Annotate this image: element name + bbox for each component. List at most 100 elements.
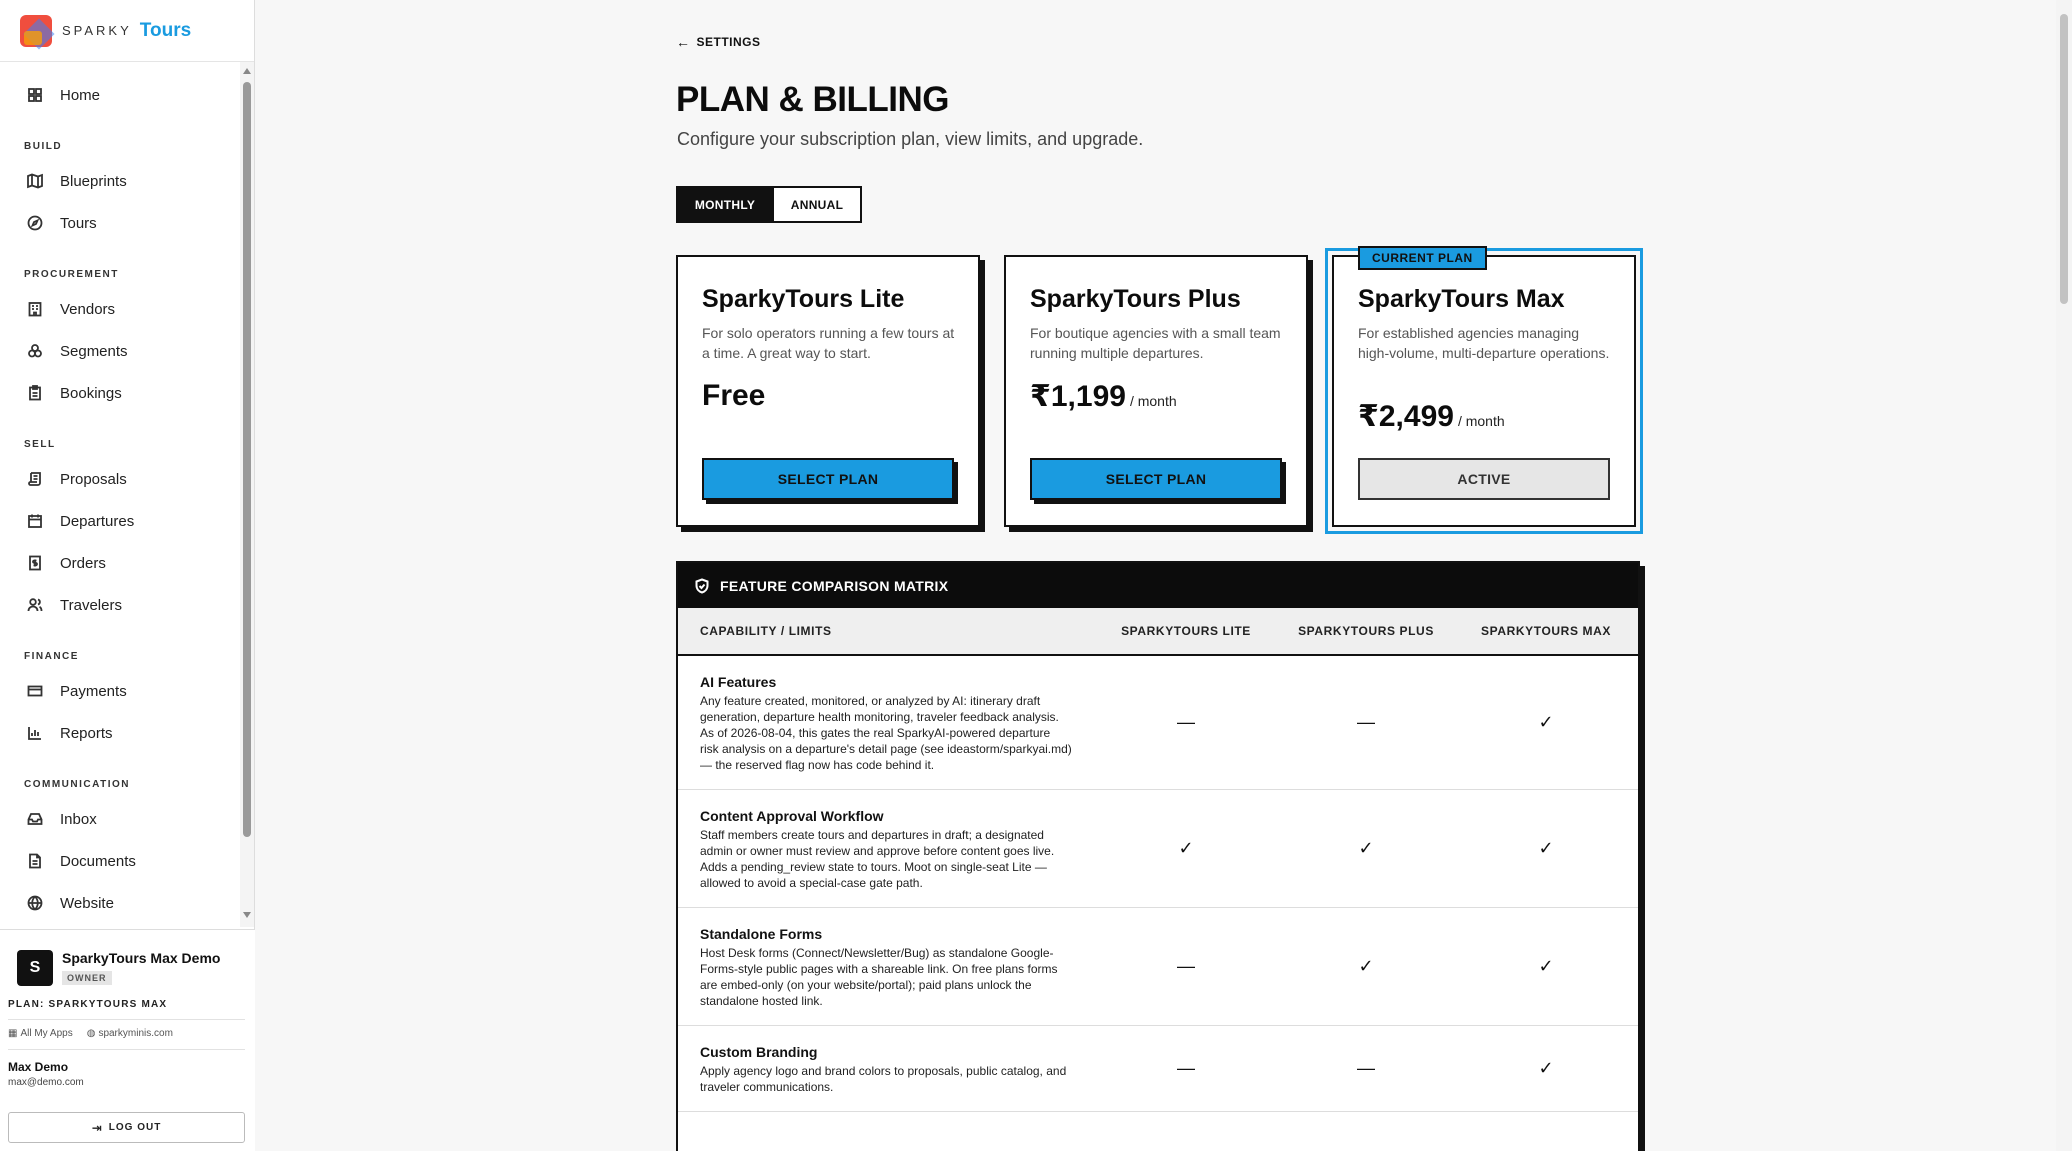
account-panel: S SparkyTours Max Demo OWNER PLAN: SPARK… <box>0 929 255 1151</box>
select-plan-button[interactable]: SELECT PLAN <box>702 458 954 500</box>
sidebar: SPARKY Tours Home BUILD Blueprints Tours… <box>0 0 255 1151</box>
sidebar-item-proposals[interactable]: Proposals <box>0 458 240 500</box>
sidebar-item-vendors[interactable]: Vendors <box>0 288 240 330</box>
scroll-up-icon[interactable] <box>243 68 251 74</box>
bar-chart-icon <box>26 724 44 742</box>
receipt-icon <box>26 554 44 572</box>
column-header-max: SPARKYTOURS MAX <box>1481 624 1611 638</box>
users-icon <box>26 596 44 614</box>
toggle-annual[interactable]: ANNUAL <box>772 188 860 221</box>
sidebar-item-label: Documents <box>60 852 136 870</box>
sidebar-item-reports[interactable]: Reports <box>0 712 240 754</box>
sidebar-item-departures[interactable]: Departures <box>0 500 240 542</box>
sidebar-item-label: Departures <box>60 512 135 530</box>
billing-period-toggle: MONTHLY ANNUAL <box>676 186 862 223</box>
scroll-down-icon[interactable] <box>243 912 251 918</box>
segments-icon <box>26 342 44 360</box>
feature-value-max: ✓ <box>1538 956 1554 976</box>
feature-value-plus: — <box>1357 712 1375 732</box>
sidebar-item-documents[interactable]: Documents <box>0 840 240 882</box>
org-name: SparkyTours Max Demo <box>62 950 221 966</box>
grid-icon <box>26 86 44 104</box>
feature-description: Apply agency logo and brand colors to pr… <box>700 1064 1067 1094</box>
sidebar-item-label: Payments <box>60 682 127 700</box>
brand-sparky: SPARKY <box>62 23 132 38</box>
scrollbar-thumb[interactable] <box>243 82 251 837</box>
sidebar-item-bookings[interactable]: Bookings <box>0 372 240 414</box>
select-plan-button[interactable]: SELECT PLAN <box>1030 458 1282 500</box>
plan-label: PLAN: SPARKYTOURS MAX <box>8 999 168 1010</box>
feature-value-plus: — <box>1357 1058 1375 1078</box>
sidebar-item-label: Segments <box>60 342 128 360</box>
sidebar-item-website[interactable]: Website <box>0 882 240 924</box>
table-row: AI Features Any feature created, monitor… <box>678 656 1638 790</box>
sidebar-item-label: Vendors <box>60 300 116 318</box>
shield-check-icon <box>695 577 709 594</box>
sidebar-item-travelers[interactable]: Travelers <box>0 584 240 626</box>
back-to-settings-link[interactable]: ← SETTINGS <box>676 34 761 50</box>
org-switcher[interactable]: S SparkyTours Max Demo OWNER <box>0 930 255 986</box>
active-plan-button[interactable]: ACTIVE <box>1358 458 1610 500</box>
sidebar-item-label: Inbox <box>60 810 97 828</box>
toggle-monthly[interactable]: MONTHLY <box>678 188 772 221</box>
page-title: PLAN & BILLING <box>676 80 949 119</box>
nav-section-sell: SELL <box>24 439 56 450</box>
brand[interactable]: SPARKY Tours <box>0 0 254 62</box>
column-header-plus: SPARKYTOURS PLUS <box>1298 624 1434 638</box>
nav-section-communication: COMMUNICATION <box>24 779 130 790</box>
page-scrollbar[interactable] <box>2056 0 2072 1151</box>
globe-icon <box>26 894 44 912</box>
sidebar-scrollbar[interactable] <box>240 62 254 927</box>
plan-description: For solo operators running a few tours a… <box>702 325 955 361</box>
sidebar-item-blueprints[interactable]: Blueprints <box>0 160 240 202</box>
brand-tours: Tours <box>139 19 192 41</box>
plan-card-lite: SparkyTours Lite For solo operators runn… <box>676 255 980 527</box>
table-row: Standalone Forms Host Desk forms (Connec… <box>678 908 1638 1026</box>
role-badge: OWNER <box>62 971 112 985</box>
clipboard-icon <box>26 384 44 402</box>
plan-description: For established agencies managing high-v… <box>1358 325 1610 361</box>
sidebar-item-segments[interactable]: Segments <box>0 330 240 372</box>
plan-card-plus: SparkyTours Plus For boutique agencies w… <box>1004 255 1308 527</box>
site-link[interactable]: ◍ sparkyminis.com <box>87 1028 173 1039</box>
feature-description: Host Desk forms (Connect/Newsletter/Bug)… <box>700 946 1058 1008</box>
sidebar-item-label: Tours <box>60 214 97 232</box>
feature-value-lite: — <box>1177 956 1195 976</box>
logout-button[interactable]: ⇥ LOG OUT <box>8 1112 245 1143</box>
sidebar-item-tours[interactable]: Tours <box>0 202 240 244</box>
feature-value-lite: — <box>1177 712 1195 732</box>
compass-icon <box>26 214 44 232</box>
feature-value-max: ✓ <box>1538 1058 1554 1078</box>
price-value: ₹1,199 <box>1030 380 1126 413</box>
feature-value-max: ✓ <box>1538 838 1554 858</box>
site-label: sparkyminis.com <box>98 1028 173 1039</box>
nav-section-procurement: PROCUREMENT <box>24 269 119 280</box>
sidebar-item-home[interactable]: Home <box>0 74 240 116</box>
feature-description: Any feature created, monitored, or analy… <box>700 694 1072 772</box>
avatar: S <box>17 950 53 986</box>
map-icon <box>26 172 44 190</box>
feature-name: Standalone Forms <box>700 926 823 942</box>
all-apps-label: All My Apps <box>20 1028 73 1039</box>
plan-price: Free <box>702 379 765 413</box>
scroll-icon <box>26 470 44 488</box>
sidebar-item-inbox[interactable]: Inbox <box>0 798 240 840</box>
price-period: / month <box>1457 413 1505 429</box>
feature-value-plus: ✓ <box>1358 956 1374 976</box>
document-icon <box>26 852 44 870</box>
plan-name: SparkyTours Max <box>1358 285 1565 313</box>
sidebar-item-orders[interactable]: Orders <box>0 542 240 584</box>
price-period: / month <box>1129 393 1177 409</box>
back-label: SETTINGS <box>696 35 761 49</box>
sidebar-item-label: Blueprints <box>60 172 127 190</box>
price-value: Free <box>702 379 766 412</box>
sidebar-item-label: Travelers <box>60 596 122 614</box>
page-scrollbar-thumb[interactable] <box>2060 14 2068 304</box>
matrix-column-headers: CAPABILITY / LIMITS SPARKYTOURS LITE SPA… <box>678 608 1638 656</box>
all-apps-link[interactable]: ▦ All My Apps <box>8 1028 73 1039</box>
matrix-header: FEATURE COMPARISON MATRIX <box>678 563 1638 608</box>
sidebar-item-payments[interactable]: Payments <box>0 670 240 712</box>
main-content: ← SETTINGS PLAN & BILLING Configure your… <box>256 0 2056 1151</box>
nav-section-build: BUILD <box>24 141 63 152</box>
feature-value-max: ✓ <box>1538 712 1554 732</box>
